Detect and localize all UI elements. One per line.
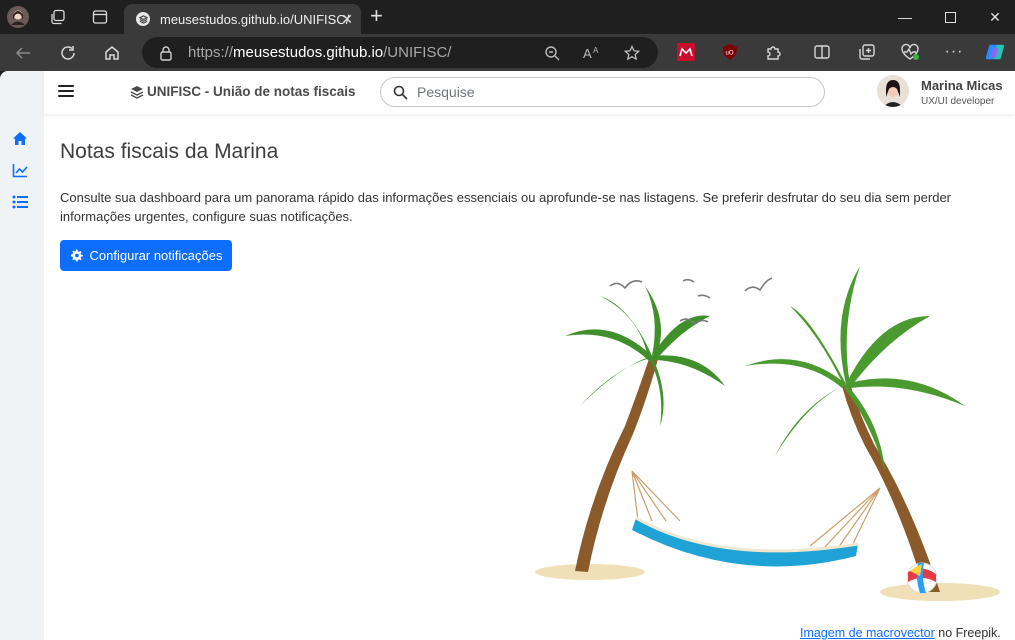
user-name[interactable]: Marina Micas (921, 78, 1003, 93)
hamburger-menu-icon[interactable] (58, 83, 74, 99)
copilot-icon[interactable] (985, 42, 1005, 62)
address-bar[interactable]: https://meusestudos.github.io/UNIFISC/ A… (142, 37, 658, 68)
browser-toolbar: https://meusestudos.github.io/UNIFISC/ A… (0, 34, 1015, 71)
zoom-icon[interactable] (542, 43, 562, 63)
search-icon (393, 85, 408, 100)
svg-text:A: A (593, 46, 599, 55)
browser-tab-strip: meusestudos.github.io/UNIFISC/ ✕ + — ✕ (0, 0, 1015, 34)
minimize-window-icon[interactable]: — (882, 0, 928, 34)
maximize-window-icon[interactable] (927, 0, 973, 34)
back-icon[interactable] (10, 40, 36, 66)
list-icon[interactable] (10, 192, 30, 212)
brand-name: UNIFISC - União de notas fiscais (147, 84, 356, 99)
svg-text:uO: uO (726, 51, 734, 57)
intro-text: Consulte sua dashboard para um panorama … (60, 190, 952, 224)
brand[interactable]: UNIFISC - União de notas fiscais (130, 84, 356, 99)
hammock (632, 518, 858, 567)
browser-essentials-icon[interactable] (900, 42, 920, 62)
sand-left (535, 564, 645, 580)
lock-icon[interactable] (156, 43, 176, 63)
right-palm-fronds (745, 266, 965, 471)
chart-line-icon[interactable] (10, 160, 30, 180)
gear-icon (70, 249, 83, 262)
credit-link[interactable]: Imagem de macrovector (800, 626, 935, 640)
ublock-extension-icon[interactable]: uO (720, 42, 740, 62)
configure-notifications-label: Configurar notificações (89, 248, 223, 263)
user-role: UX/UI developer (921, 96, 995, 107)
home-browser-icon[interactable] (99, 40, 125, 66)
tab-actions-icon[interactable] (88, 5, 112, 29)
left-palm-trunk (575, 356, 658, 572)
url-path: /UNIFISC/ (383, 44, 452, 61)
url-scheme: https:// (188, 44, 234, 61)
search-input[interactable]: Pesquise (380, 77, 825, 107)
profile-avatar-icon[interactable] (6, 5, 30, 29)
active-tab[interactable]: meusestudos.github.io/UNIFISC/ ✕ (124, 4, 361, 34)
extensions-puzzle-icon[interactable] (764, 42, 784, 62)
credit-suffix: no Freepik. (934, 626, 1001, 640)
page-viewport: UNIFISC - União de notas fiscais Pesquis… (0, 71, 1015, 640)
split-screen-icon[interactable] (812, 42, 832, 62)
favorite-star-icon[interactable] (622, 43, 642, 63)
read-aloud-icon[interactable]: AA (582, 43, 602, 63)
new-tab-icon[interactable]: + (370, 5, 383, 27)
sidebar (0, 71, 44, 640)
svg-text:A: A (583, 46, 592, 60)
reload-icon[interactable] (55, 40, 81, 66)
beach-hammock-illustration (535, 266, 1000, 601)
image-credit: Imagem de macrovector no Freepik. (800, 626, 1001, 640)
favorites-collections-icon[interactable] (857, 42, 877, 62)
left-palm-fronds (565, 286, 725, 426)
configure-notifications-button[interactable]: Configurar notificações (60, 240, 232, 271)
top-header: UNIFISC - União de notas fiscais Pesquis… (44, 71, 1015, 114)
close-tab-icon[interactable]: ✕ (341, 11, 353, 28)
close-window-icon[interactable]: ✕ (972, 0, 1015, 34)
seagulls (609, 277, 773, 326)
layers-icon (130, 85, 144, 99)
mendeley-extension-icon[interactable] (676, 42, 696, 62)
home-icon[interactable] (10, 128, 30, 148)
settings-more-icon[interactable]: ··· (944, 42, 964, 62)
tab-title: meusestudos.github.io/UNIFISC/ (160, 11, 350, 27)
avatar[interactable] (877, 75, 909, 107)
collections-icon[interactable] (46, 5, 70, 29)
search-placeholder: Pesquise (417, 84, 475, 100)
right-palm-trunk (842, 384, 940, 592)
site-favicon-icon (136, 12, 150, 26)
url-host: meusestudos.github.io (233, 44, 384, 61)
page-title: Notas fiscais da Marina (60, 140, 279, 163)
